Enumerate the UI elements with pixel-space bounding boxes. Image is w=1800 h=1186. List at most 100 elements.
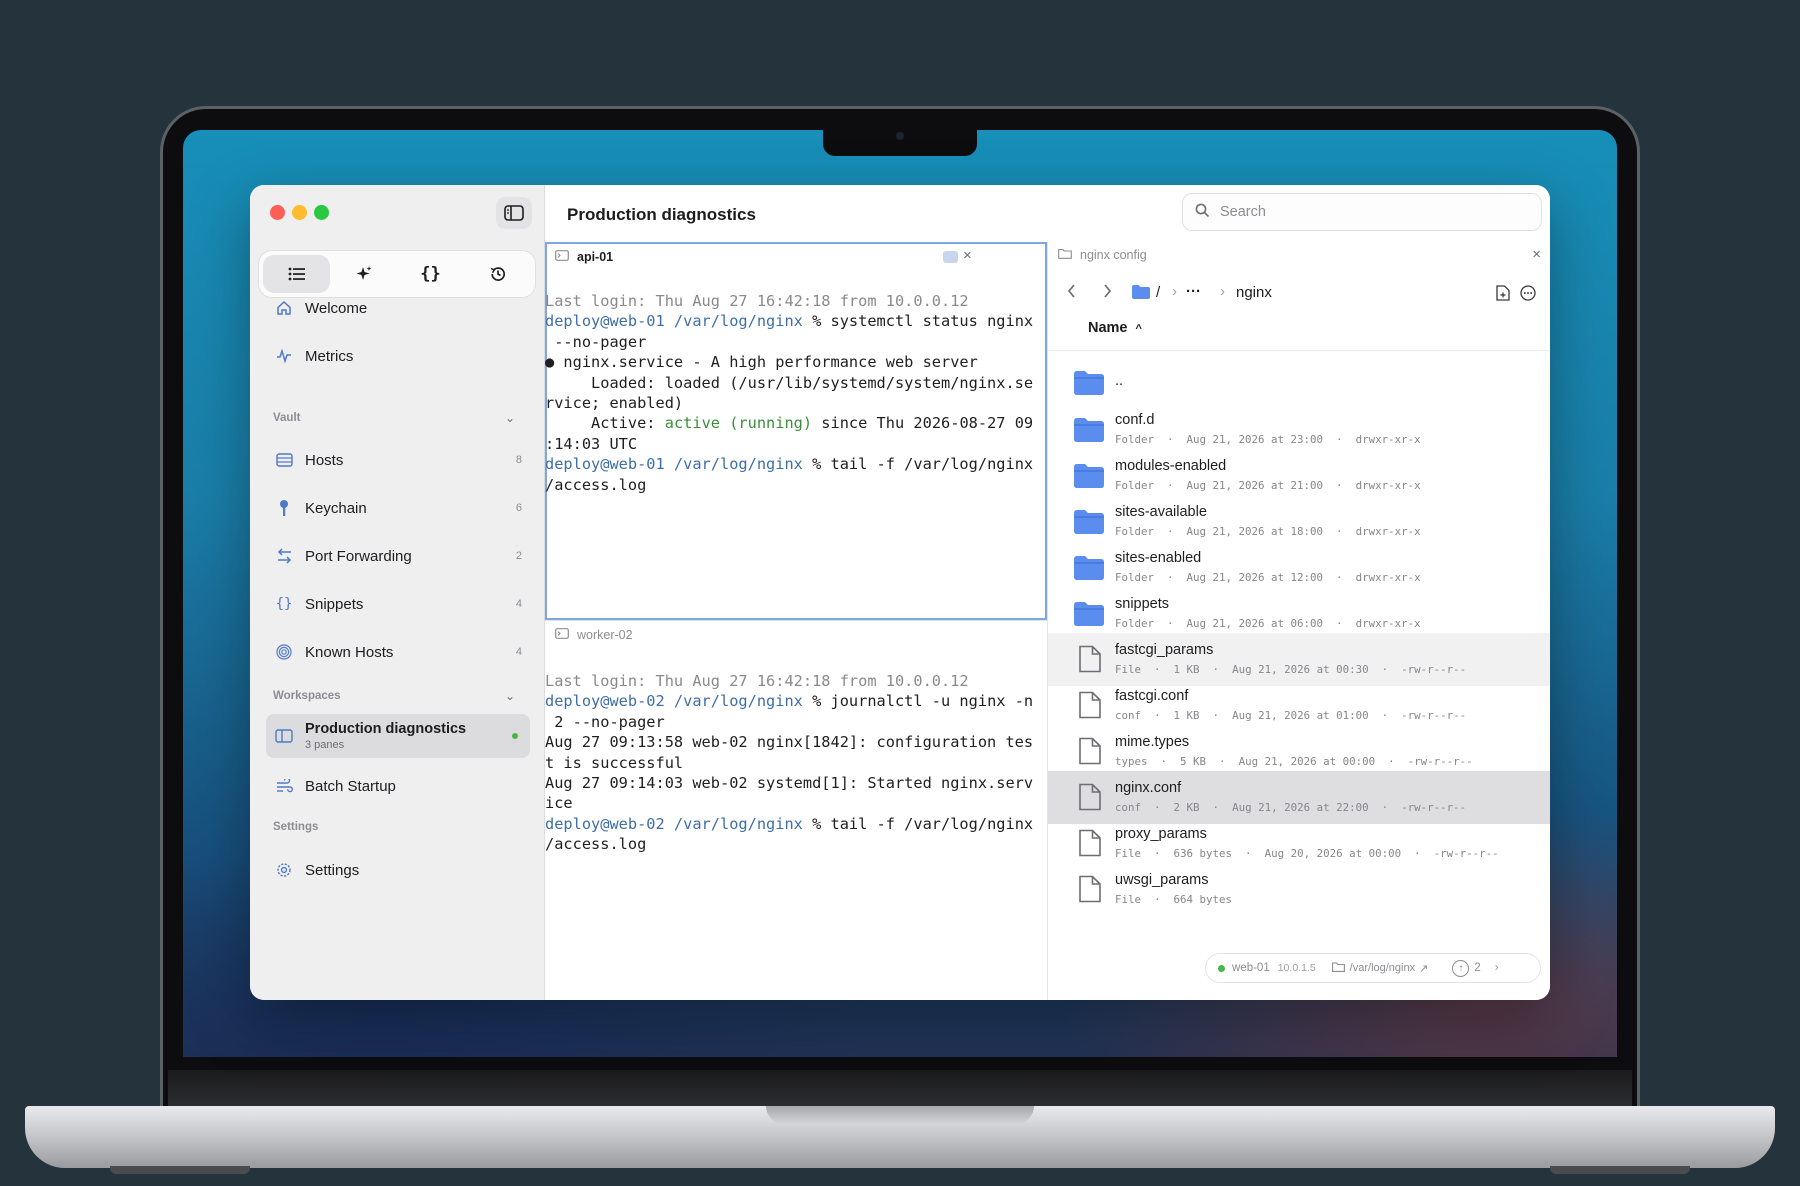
sidebar-item-settings[interactable]: Settings [266,850,530,890]
breadcrumb-root[interactable]: / [1156,284,1160,301]
chevron-down-icon[interactable]: ⌄ [505,411,515,425]
breadcrumb-ellipsis[interactable]: ··· [1186,283,1201,300]
sidebar-item-keychain[interactable]: Keychain 6 [266,488,530,528]
terminal-line: Aug 27 09:13:58 web-02 nginx[1842]: conf… [545,733,1034,752]
sidebar-item-snippets[interactable]: {} Snippets 4 [266,584,530,624]
folder-icon [1074,599,1104,629]
sidebar-item-metrics[interactable]: Metrics [266,336,530,376]
document-icon [1074,783,1104,813]
item-count: 4 [515,598,522,610]
file-date: Aug 21, 2026 at 22:00 [1232,801,1369,814]
sidebar: {} Welcome Metrics Vault ⌄ Hosts 8 Keych… [250,185,545,1000]
file-name: conf.d [1115,412,1155,428]
terminal-output-worker-02[interactable]: Last login: Thu Aug 27 16:42:18 from 10.… [545,671,1047,855]
item-count: 2 [515,550,522,562]
file-date: Aug 21, 2026 at 00:30 [1232,663,1369,676]
laptop-foot [110,1166,250,1174]
braces-icon: {} [275,596,293,612]
sidebar-item-batch-startup[interactable]: Batch Startup [266,766,530,806]
close-icon[interactable]: × [963,247,972,264]
list-icon [288,267,305,281]
back-button[interactable] [1066,283,1078,303]
pane-header-api-01[interactable]: api-01 × [545,244,1047,270]
connection-status-bar[interactable]: web-01 10.0.1.5 /var/log/nginx ↗ ↑ 2 › [1205,953,1541,983]
status-path[interactable]: /var/log/nginx [1350,962,1415,974]
sidebar-item-label: Metrics [305,347,354,365]
meta-separator: · [1368,709,1402,722]
sidebar-item-production-diagnostics[interactable]: Production diagnostics 3 panes [266,714,530,758]
close-icon[interactable]: × [1532,246,1541,263]
meta-separator: · [1147,755,1181,768]
sidebar-toggle-button[interactable] [496,197,532,229]
search-field[interactable]: Search [1182,193,1542,231]
meta-separator: · [1232,847,1265,860]
breadcrumb-current[interactable]: nginx [1236,284,1272,301]
forward-button[interactable] [1101,283,1113,303]
file-name: fastcgi_params [1115,642,1214,658]
upload-icon[interactable]: ↑ [1452,959,1470,977]
terminal-output-api-01[interactable]: Last login: Thu Aug 27 16:42:18 from 10.… [545,291,1047,495]
sidebar-item-welcome[interactable]: Welcome [266,288,530,328]
more-options-button[interactable] [1520,285,1536,305]
file-meta: Folder · Aug 21, 2026 at 06:00 · drwxr-x… [1115,617,1421,630]
file-meta: Folder · Aug 21, 2026 at 18:00 · drwxr-x… [1115,525,1421,538]
file-perm: -rw-r--r-- [1401,663,1467,676]
terminal-line: deploy@web-01 /var/log/nginx % systemctl… [545,312,1034,331]
file-name: .. [1115,373,1124,389]
name-column-header[interactable]: Name ^ [1088,320,1142,336]
zoom-window-button[interactable] [314,205,329,220]
file-name: snippets [1115,596,1170,612]
sidebar-item-known-hosts[interactable]: Known Hosts 4 [266,632,530,672]
laptop-chin [168,1070,1632,1106]
new-file-button[interactable] [1496,285,1510,305]
broadcast-icon[interactable] [943,251,958,263]
pane-title: nginx config [1080,248,1147,262]
server-icon [273,453,295,467]
file-row[interactable]: uwsgi_params File · 664 bytes [1048,863,1550,916]
search-icon [1195,203,1210,222]
terminal-line: --no-pager [545,332,647,351]
online-dot [1218,964,1225,972]
chevron-right-icon: › [1172,283,1177,300]
pane-divider[interactable] [545,620,1047,621]
file-perm: -rw-r--r-- [1401,709,1467,722]
close-window-button[interactable] [270,205,285,220]
app-window: {} Welcome Metrics Vault ⌄ Hosts 8 Keych… [250,185,1550,1000]
file-date: Aug 21, 2026 at 06:00 [1186,617,1324,630]
terminal-line: t is successful [545,753,684,772]
file-name: uwsgi_params [1115,872,1209,888]
file-type: Folder [1115,525,1155,538]
parent-directory-row[interactable]: .. [1048,356,1550,409]
pulse-icon [273,348,295,364]
meta-separator: · [1368,801,1402,814]
vault-section-header: Vault [273,412,301,424]
column-divider [1048,350,1550,351]
terminal-line: Loaded: loaded (/usr/lib/systemd/system/… [545,373,1034,392]
sidebar-item-hosts[interactable]: Hosts 8 [266,440,530,480]
file-date: Aug 21, 2026 at 00:00 [1238,755,1376,768]
terminal-line: Last login: Thu Aug 27 16:42:18 from 10.… [545,672,969,690]
file-type: Folder [1115,433,1155,446]
folder-icon [1058,248,1072,262]
open-external-icon[interactable]: ↗ [1419,962,1428,975]
pane-header-nginx-config[interactable]: nginx config × [1048,242,1550,268]
file-size: 1 KB [1173,709,1200,722]
file-size: 5 KB [1180,755,1207,768]
search-placeholder: Search [1220,204,1266,220]
file-name: sites-available [1115,504,1207,520]
sidebar-item-port-forwarding[interactable]: Port Forwarding 2 [266,536,530,576]
file-name: fastcgi.conf [1115,688,1189,704]
terminal-line: Last login: Thu Aug 27 16:42:18 from 10.… [545,292,969,310]
file-type: types [1115,755,1148,768]
meta-separator: · [1323,525,1356,538]
file-date: Aug 21, 2026 at 23:00 [1186,433,1324,446]
minimize-window-button[interactable] [292,205,307,220]
sidebar-item-label: Batch Startup [305,777,396,795]
pane-header-worker-02[interactable]: worker-02 [545,622,1047,648]
chevron-right-icon[interactable]: › [1495,962,1499,974]
status-host: web-01 [1232,962,1270,974]
chevron-down-icon[interactable]: ⌄ [505,689,515,703]
meta-separator: · [1199,663,1233,676]
terminal-line: /access.log [545,835,647,854]
sparkle-icon [356,266,371,280]
